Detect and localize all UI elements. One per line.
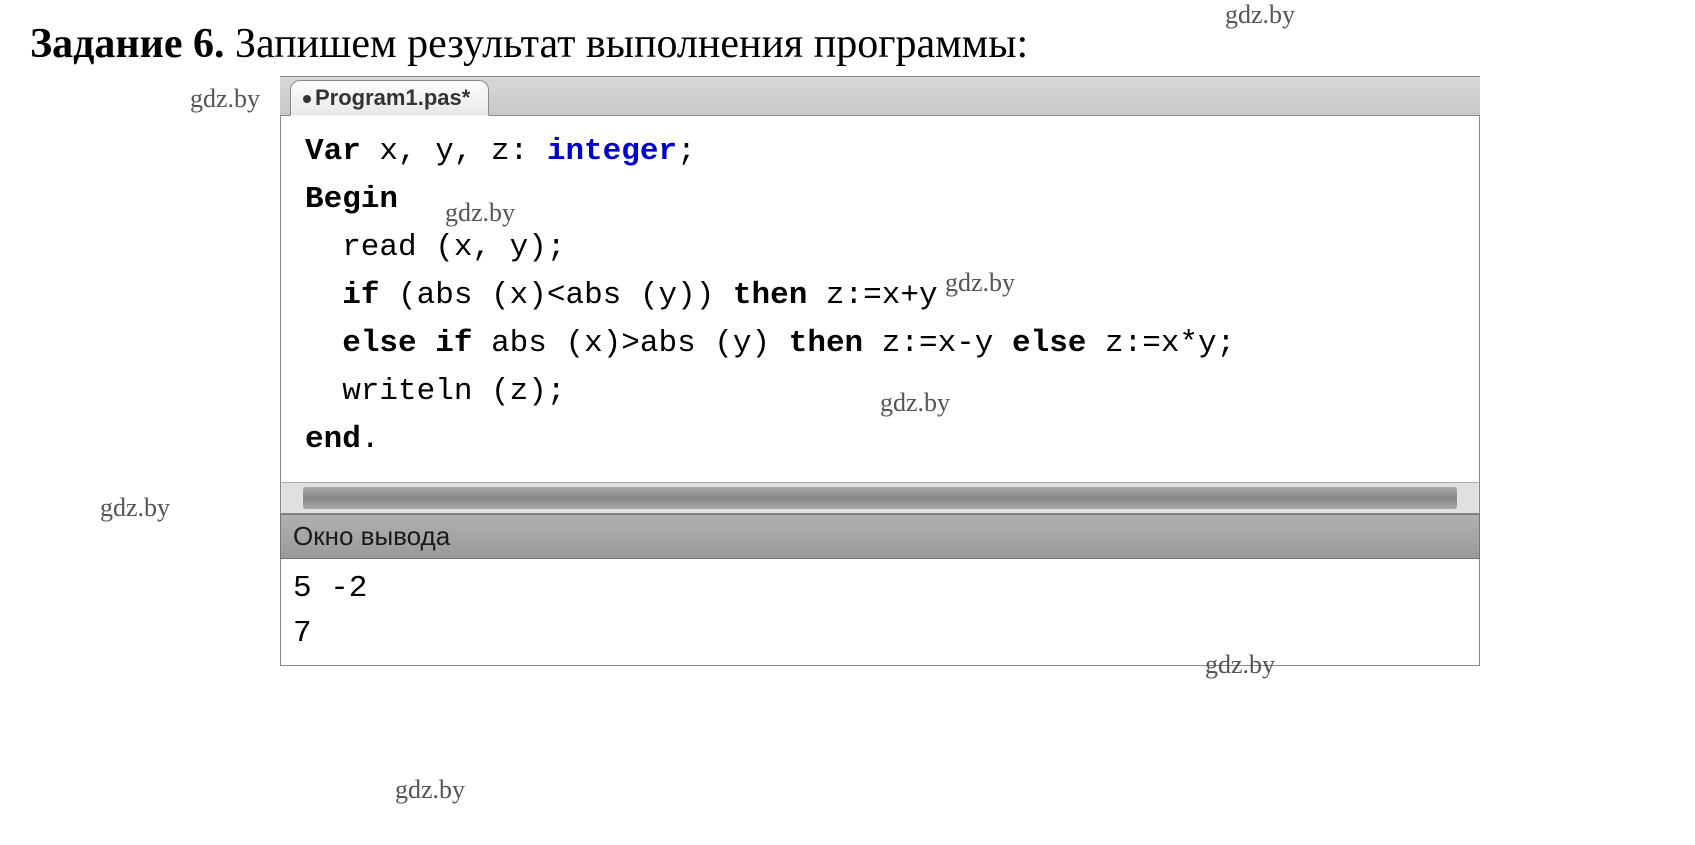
task-number: Задание 6. [30, 21, 224, 67]
code-token: (abs (x)<abs (y)) [379, 278, 732, 313]
code-token: z:=x+y [807, 278, 937, 313]
code-token: x, y, z: [361, 134, 547, 169]
output-line: 7 [293, 616, 312, 651]
code-token: Begin [305, 182, 398, 217]
code-token: if [435, 326, 472, 361]
task-title: Запишем результат выполнения программы: [224, 21, 1028, 67]
watermark: gdz.by [100, 493, 170, 523]
ide-window: Program1.pas* Var x, y, z: integer; Begi… [280, 76, 1480, 666]
code-token: abs (x)>abs (y) [472, 326, 788, 361]
code-token: writeln (z); [305, 374, 565, 409]
output-line: 5 -2 [293, 571, 367, 606]
code-token: Var [305, 134, 361, 169]
code-token: z:=x*y; [1086, 326, 1235, 361]
code-token: read (x, y); [305, 230, 565, 265]
code-token: z:=x-y [863, 326, 1012, 361]
code-editor[interactable]: Var x, y, z: integer; Begin read (x, y);… [280, 116, 1480, 482]
code-token: . [361, 422, 380, 457]
code-token: else [1012, 326, 1086, 361]
code-token: then [733, 278, 807, 313]
file-tab[interactable]: Program1.pas* [290, 80, 489, 116]
code-token: integer [547, 134, 677, 169]
watermark: gdz.by [395, 775, 465, 805]
scrollbar-track [303, 487, 1457, 509]
code-token: if [342, 278, 379, 313]
tab-bar: Program1.pas* [280, 76, 1480, 116]
task-heading: Задание 6. Запишем результат выполнения … [30, 20, 1675, 68]
unsaved-dot-icon [303, 95, 311, 103]
code-token: end [305, 422, 361, 457]
code-token: then [789, 326, 863, 361]
horizontal-scrollbar[interactable] [280, 482, 1480, 514]
code-token: ; [677, 134, 696, 169]
output-panel-header: Окно вывода [280, 514, 1480, 559]
tab-label: Program1.pas* [315, 85, 470, 111]
watermark: gdz.by [190, 84, 260, 114]
output-panel: 5 -2 7 [280, 559, 1480, 666]
code-token: else [342, 326, 416, 361]
